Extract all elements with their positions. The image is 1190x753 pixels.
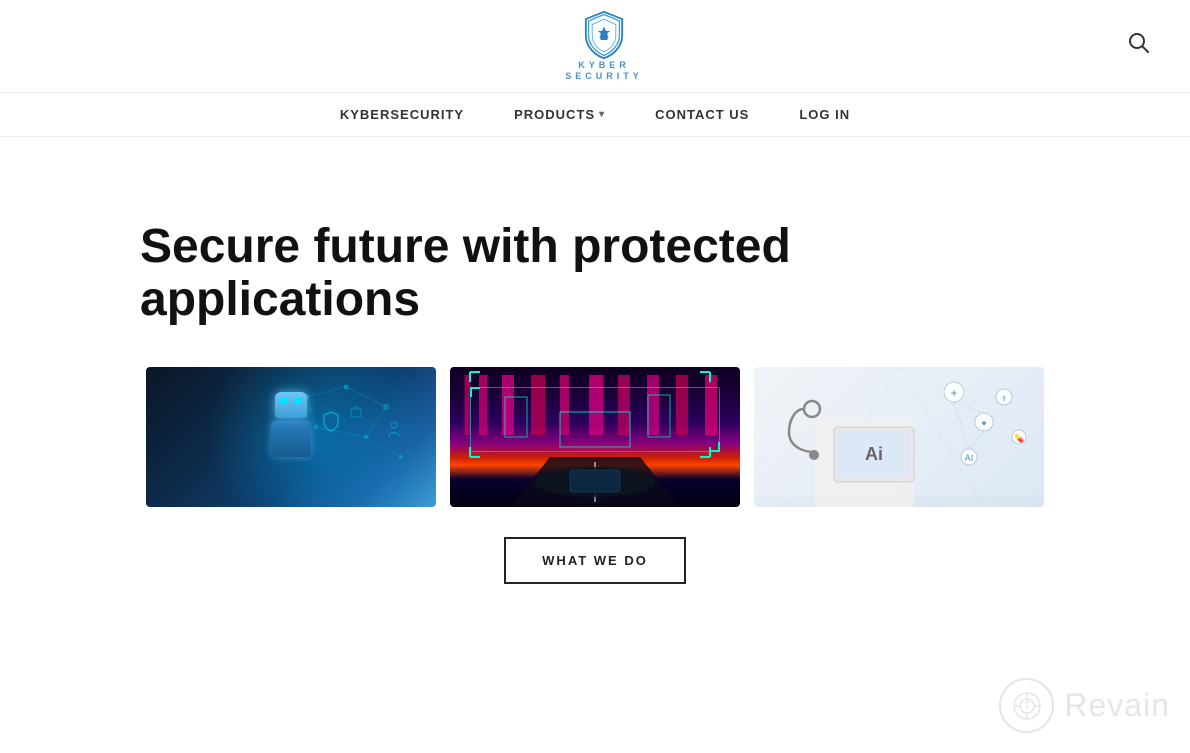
brand-name: KYBER SECURITY [565, 60, 643, 82]
logo[interactable]: KYBER SECURITY [565, 10, 643, 82]
svg-text:+: + [950, 386, 957, 400]
nav-item-products[interactable]: PRODUCTS ▾ [514, 107, 605, 122]
robot-image [146, 367, 436, 507]
svg-text:💊: 💊 [1014, 433, 1024, 443]
image-card-robot [146, 367, 436, 507]
svg-text:♥: ♥ [982, 419, 987, 428]
revain-logo-icon [999, 678, 1054, 733]
search-icon[interactable] [1128, 32, 1150, 60]
revain-brand-text: Revain [1064, 687, 1170, 724]
chevron-down-icon: ▾ [599, 109, 605, 120]
medical-image: Ai + ♥ AI ⚕ 💊 [754, 367, 1044, 507]
svg-text:AI: AI [965, 453, 974, 463]
main-nav: KYBERSECURITY PRODUCTS ▾ CONTACT US LOG … [0, 93, 1190, 137]
header: KYBER SECURITY [0, 0, 1190, 93]
image-grid: Ai + ♥ AI ⚕ 💊 [0, 367, 1190, 507]
what-we-do-button[interactable]: WHAT WE DO [504, 537, 686, 584]
svg-text:⚕: ⚕ [1002, 394, 1006, 403]
image-card-medical: Ai + ♥ AI ⚕ 💊 [754, 367, 1044, 507]
nav-item-contact[interactable]: CONTACT US [655, 107, 749, 122]
svg-text:Ai: Ai [865, 444, 883, 464]
hero-title: Secure future with protected application… [140, 221, 1010, 327]
hero-section: Secure future with protected application… [0, 137, 1190, 357]
car-image [450, 367, 740, 507]
logo-shield-icon [579, 10, 629, 60]
nav-item-kybersecurity[interactable]: KYBERSECURITY [340, 107, 464, 122]
cta-area: WHAT WE DO [0, 537, 1190, 624]
revain-watermark: Revain [999, 678, 1170, 733]
nav-item-login[interactable]: LOG IN [799, 107, 850, 122]
image-card-car [450, 367, 740, 507]
